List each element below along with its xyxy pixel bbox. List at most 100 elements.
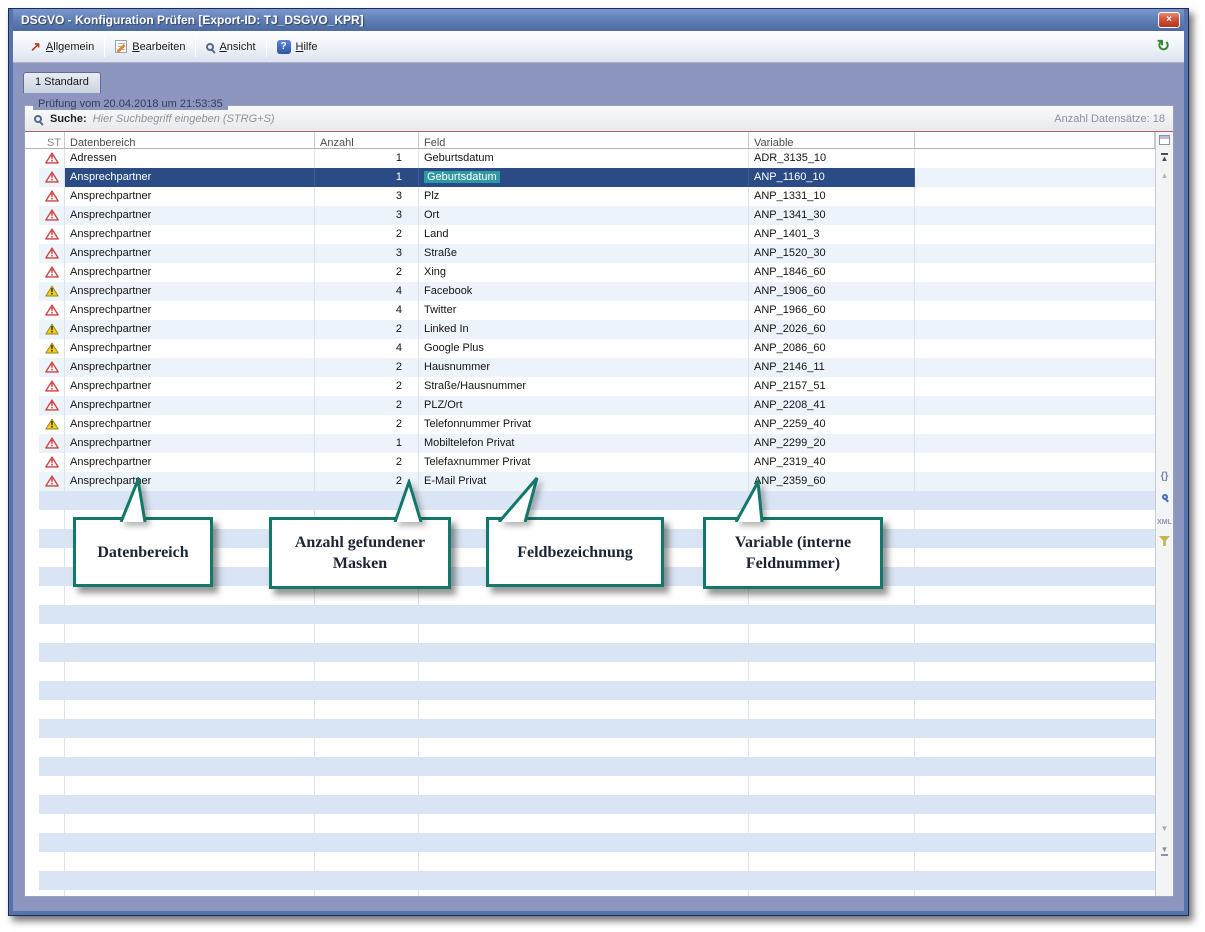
cell-variable: ANP_1846_60 [749,263,915,282]
refresh-icon: ↻ [1157,38,1170,55]
cell-extra [915,453,1155,472]
tab-standard[interactable]: 1 Standard [23,72,101,93]
column-chooser-icon[interactable] [1156,135,1173,148]
search-records-icon[interactable] [1156,493,1173,503]
cell-variable: ANP_2026_60 [749,320,915,339]
table-row[interactable]: ! Ansprechpartner 4 Google Plus ANP_2086… [25,339,1155,358]
app-window: DSGVO - Konfiguration Prüfen [Export-ID:… [8,8,1189,916]
svg-text:!: ! [50,477,54,487]
table-row[interactable]: ! Ansprechpartner 1 Mobiltelefon Privat … [25,434,1155,453]
warning-icon: ! [45,171,59,183]
cell-datenbereich: Ansprechpartner [65,415,315,434]
scroll-down-button[interactable]: ▼ [1156,824,1173,834]
warning-icon: ! [45,285,59,297]
row-gutter [25,225,39,244]
header-extra [915,132,1155,148]
header-datenbereich[interactable]: Datenbereich [65,132,315,148]
table-row[interactable]: ! Ansprechpartner 2 PLZ/Ort ANP_2208_41 [25,396,1155,415]
svg-text:!: ! [50,268,54,278]
header-st[interactable]: ST [39,132,65,148]
svg-text:!: ! [50,192,54,202]
header-anzahl[interactable]: Anzahl [315,132,419,148]
search-input[interactable]: Hier Suchbegriff eingeben (STRG+S) [93,113,1055,125]
table-row[interactable]: ! Ansprechpartner 4 Twitter ANP_1966_60 [25,301,1155,320]
cell-extra [915,244,1155,263]
table-row[interactable]: ! Ansprechpartner 2 Straße/Hausnummer AN… [25,377,1155,396]
cell-variable: ANP_2208_41 [749,396,915,415]
table-row[interactable]: ! Ansprechpartner 1 Geburtsdatum ANP_116… [25,168,1155,187]
cell-anzahl: 1 [315,434,419,453]
row-gutter [25,472,39,491]
warning-icon: ! [45,152,59,164]
row-status: ! [39,320,65,339]
cell-anzahl: 2 [315,415,419,434]
table-row[interactable]: ! Adressen 1 Geburtsdatum ADR_3135_10 [25,149,1155,168]
row-gutter [25,434,39,453]
braces-icon[interactable]: {} [1156,472,1173,482]
menu-hilfe[interactable]: ? Hilfe [270,36,325,58]
cell-anzahl: 2 [315,396,419,415]
cell-anzahl: 2 [315,377,419,396]
close-icon: × [1166,14,1172,25]
table-row[interactable]: ! Ansprechpartner 2 Telefonnummer Privat… [25,415,1155,434]
cell-feld: Xing [419,263,749,282]
svg-text:!: ! [50,458,54,468]
menu-ansicht[interactable]: Ansicht [199,37,262,57]
result-table: ST Datenbereich Anzahl Feld Variable ! A… [25,132,1155,896]
title-bar[interactable]: DSGVO - Konfiguration Prüfen [Export-ID:… [13,9,1184,31]
cell-feld: Geburtsdatum [419,149,749,168]
cell-feld: Facebook [419,282,749,301]
cell-extra [915,206,1155,225]
cell-anzahl: 2 [315,453,419,472]
menu-hilfe-label: Hilfe [296,41,318,53]
table-row[interactable]: ! Ansprechpartner 2 Telefaxnummer Privat… [25,453,1155,472]
cell-anzahl: 2 [315,358,419,377]
table-row[interactable]: ! Ansprechpartner 2 Land ANP_1401_3 [25,225,1155,244]
toolbar-separator [104,37,105,57]
row-status: ! [39,244,65,263]
empty-row [25,890,1155,896]
table-row[interactable]: ! Ansprechpartner 2 Hausnummer ANP_2146_… [25,358,1155,377]
warning-icon: ! [45,209,59,221]
menu-bearbeiten[interactable]: Bearbeiten [108,36,192,57]
empty-row [25,757,1155,776]
xml-icon[interactable]: XML [1156,518,1173,528]
menu-allgemein[interactable]: ↗ Allgemein [23,37,101,57]
empty-row [25,852,1155,871]
scroll-bottom-button[interactable]: ▼ [1156,845,1173,856]
cell-datenbereich: Ansprechpartner [65,339,315,358]
row-status: ! [39,206,65,225]
header-feld[interactable]: Feld [419,132,749,148]
header-gutter [25,132,39,148]
header-variable[interactable]: Variable [749,132,915,148]
groupbox-title: Prüfung vom 20.04.2018 um 21:53:35 [33,98,228,110]
callout-anzahl: Anzahl gefundener Masken [269,517,451,589]
warning-icon: ! [45,190,59,202]
cell-datenbereich: Ansprechpartner [65,358,315,377]
table-row[interactable]: ! Ansprechpartner 2 Xing ANP_1846_60 [25,263,1155,282]
refresh-button[interactable]: ↻ [1153,37,1174,57]
table-row[interactable]: ! Ansprechpartner 3 Plz ANP_1331_10 [25,187,1155,206]
cell-datenbereich: Ansprechpartner [65,434,315,453]
filter-icon[interactable] [1156,536,1173,549]
close-button[interactable]: × [1158,12,1180,28]
warning-icon: ! [45,266,59,278]
svg-text:!: ! [50,154,54,164]
table-row[interactable]: ! Ansprechpartner 3 Ort ANP_1341_30 [25,206,1155,225]
scroll-top-button[interactable]: ▲ [1156,153,1173,164]
row-status: ! [39,225,65,244]
table-row[interactable]: ! Ansprechpartner 4 Facebook ANP_1906_60 [25,282,1155,301]
cell-anzahl: 1 [315,149,419,168]
toolbar-separator [266,37,267,57]
svg-text:!: ! [50,420,54,430]
row-status: ! [39,396,65,415]
table-row[interactable]: ! Ansprechpartner 2 E-Mail Privat ANP_23… [25,472,1155,491]
cell-feld: Linked In [419,320,749,339]
table-row[interactable]: ! Ansprechpartner 2 Linked In ANP_2026_6… [25,320,1155,339]
callout-text: Datenbereich [97,542,188,563]
empty-row [25,738,1155,757]
row-status: ! [39,434,65,453]
table-row[interactable]: ! Ansprechpartner 3 Straße ANP_1520_30 [25,244,1155,263]
cell-anzahl: 4 [315,282,419,301]
scroll-up-button[interactable]: ▲ [1156,171,1173,181]
